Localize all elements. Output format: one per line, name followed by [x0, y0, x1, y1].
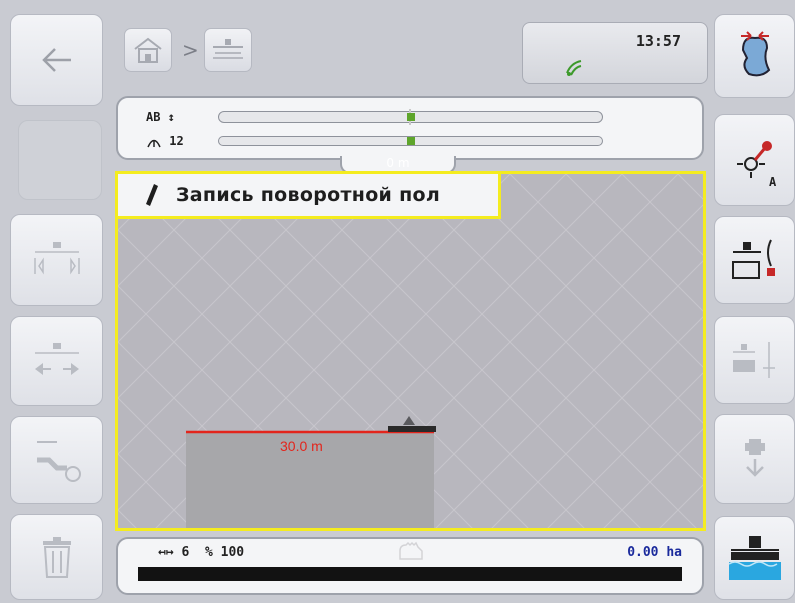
back-arrow-icon [41, 48, 71, 72]
working-width-icon [33, 242, 80, 275]
section-percent-value: 100 [220, 545, 245, 560]
track-number-row: 12 [146, 134, 184, 148]
header-bar: > 13:57 [110, 10, 710, 88]
breadcrumb-field[interactable] [204, 28, 252, 72]
working-width-button [10, 214, 103, 306]
field-boundary-button[interactable] [714, 14, 795, 98]
shift-left-right-icon [34, 343, 79, 375]
pencil-icon [146, 184, 158, 206]
status-bottom-bar: ↤↦ 6 % 100 0.00 ha [116, 537, 704, 595]
turn-rotate-icon [36, 441, 81, 482]
tractor-move-down-icon [744, 439, 765, 477]
percent-icon: % [204, 545, 213, 560]
shift-button [10, 316, 103, 406]
worked-area-value: 0.00 ha [627, 545, 682, 560]
empty-button [18, 120, 102, 200]
field-tractor-icon [213, 39, 243, 59]
headland-record-button[interactable] [714, 216, 795, 304]
breadcrumb-separator: > [182, 38, 199, 62]
set-point-a-icon: A [736, 141, 777, 189]
gps-signal-icon [566, 60, 582, 76]
map-grid [118, 174, 703, 528]
track-number: 12 [169, 134, 184, 148]
track-number-icon [147, 139, 161, 147]
record-banner-text: Запись поворотной пол [176, 184, 441, 206]
turn-button [10, 416, 103, 504]
headland-record-icon [731, 239, 775, 279]
breadcrumb-home[interactable] [124, 28, 172, 72]
delete-button [10, 514, 103, 600]
hand-icon [399, 541, 423, 560]
clock: 13:57 [635, 32, 681, 50]
width-icon: ↤↦ [158, 545, 174, 560]
deviation-marker-secondary [407, 137, 415, 145]
implement-water-icon [728, 536, 781, 580]
lightbar-panel: AB ↕ 12 [116, 96, 704, 160]
tractor-move-button [714, 414, 795, 504]
back-button[interactable] [10, 14, 103, 106]
headland-length-label: 30.0 m [280, 438, 323, 454]
headland-offset-icon [732, 342, 775, 378]
field-boundary-icon [740, 31, 770, 77]
deviation-bar-bottom [218, 136, 603, 146]
deviation-bar-top [218, 109, 603, 125]
status-box: 13:57 [522, 22, 708, 84]
svg-text:A: A [769, 175, 777, 189]
working-width-value: 6 [181, 545, 190, 560]
working-info: ↤↦ 6 % 100 [158, 545, 244, 560]
record-banner: Запись поворотной пол [115, 171, 501, 219]
headland-offset-button [714, 316, 795, 404]
guidance-mode-label: AB ↕ [146, 110, 175, 124]
progress-bar [138, 567, 682, 581]
deviation-marker [407, 113, 415, 121]
set-point-a-button[interactable]: A [714, 114, 795, 206]
field-map[interactable]: 30.0 m [115, 171, 706, 531]
home-icon [134, 37, 162, 63]
implement-button[interactable] [714, 516, 795, 600]
trash-icon [42, 537, 71, 578]
